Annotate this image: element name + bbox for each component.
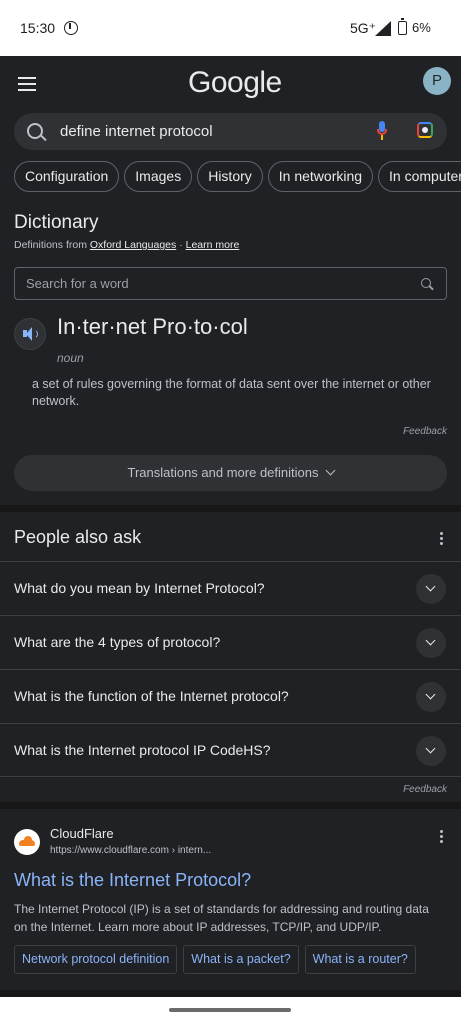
signal-icon [375, 21, 391, 36]
section-divider [0, 990, 461, 997]
network-type: 5G⁺ [350, 20, 377, 36]
result-site-name[interactable]: CloudFlare [50, 826, 114, 841]
dictionary-source: Definitions from Oxford Languages · Lear… [14, 239, 239, 251]
chevron-down-icon[interactable] [416, 736, 446, 766]
search-icon [27, 123, 43, 139]
translations-more-label: Translations and more definitions [127, 465, 319, 480]
learn-more-link[interactable]: Learn more [186, 239, 240, 251]
gesture-handle[interactable] [169, 1008, 291, 1012]
sitelink-router[interactable]: What is a router? [304, 945, 416, 974]
chip-in-computer[interactable]: In computer [378, 161, 461, 192]
menu-icon[interactable] [18, 77, 36, 91]
section-divider [0, 802, 461, 809]
google-lens-icon[interactable] [417, 122, 435, 140]
search-icon[interactable] [421, 278, 431, 288]
filter-chips: Configuration Images History In networking I… [14, 161, 461, 192]
chevron-down-icon[interactable] [416, 574, 446, 604]
microphone-icon[interactable] [376, 121, 388, 141]
result-url[interactable]: https://www.cloudflare.com › intern... [50, 845, 211, 856]
result-sitelinks: Network protocol definition What is a pac… [14, 945, 422, 974]
cloudflare-favicon-icon[interactable] [14, 829, 40, 855]
chevron-down-icon[interactable] [416, 628, 446, 658]
definition-text: a set of rules governing the format of d… [32, 377, 431, 408]
avatar[interactable]: P [423, 67, 451, 95]
sitelink-packet[interactable]: What is a packet? [183, 945, 299, 974]
translations-more-button[interactable]: Translations and more definitions [14, 455, 447, 491]
result-title-link[interactable]: What is the Internet Protocol? [14, 870, 251, 891]
source-separator: · [176, 239, 186, 251]
source-prefix: Definitions from [14, 239, 90, 251]
status-bar: 15:30 5G⁺ 6% [0, 0, 461, 56]
battery-percent: 6% [412, 20, 431, 35]
paa-question-row[interactable]: What is the function of the Internet pro… [0, 669, 461, 723]
people-also-ask-list: What do you mean by Internet Protocol? W… [0, 561, 461, 777]
headword: In·ter·net Pro·to·col [57, 314, 248, 339]
chevron-down-icon [325, 465, 335, 476]
search-input[interactable]: define internet protocol [60, 123, 213, 140]
system-navigation-bar [0, 997, 461, 1024]
dictionary-title: Dictionary [14, 212, 99, 233]
status-time: 15:30 [20, 20, 56, 36]
dictionary-feedback-link[interactable]: Feedback [403, 426, 447, 437]
chip-history[interactable]: History [197, 161, 263, 192]
paa-question-row[interactable]: What is the Internet protocol IP CodeHS? [0, 723, 461, 777]
people-also-ask-title: People also ask [14, 527, 142, 547]
word-search-placeholder[interactable]: Search for a word [26, 276, 129, 291]
more-options-icon[interactable] [440, 830, 443, 845]
paa-question-row[interactable]: What do you mean by Internet Protocol? [0, 561, 461, 615]
chip-configuration[interactable]: Configuration [14, 161, 120, 192]
google-logo[interactable]: Google [188, 66, 282, 100]
divider [0, 776, 461, 777]
pronunciation-speaker-icon[interactable] [14, 318, 46, 350]
paa-question[interactable]: What is the Internet protocol IP CodeHS? [14, 742, 271, 758]
sitelink-network-protocol[interactable]: Network protocol definition [14, 945, 178, 974]
data-saver-icon [64, 21, 78, 35]
paa-question[interactable]: What do you mean by Internet Protocol? [14, 580, 265, 596]
chevron-down-icon[interactable] [416, 682, 446, 712]
paa-question[interactable]: What are the 4 types of protocol? [14, 634, 220, 650]
part-of-speech: noun [57, 351, 84, 365]
paa-question[interactable]: What is the function of the Internet pro… [14, 688, 289, 704]
oxford-link[interactable]: Oxford Languages [90, 239, 176, 251]
chip-in-networking[interactable]: In networking [267, 161, 374, 192]
section-divider [0, 505, 461, 512]
more-options-icon[interactable] [440, 532, 443, 547]
battery-icon [398, 18, 407, 35]
paa-feedback-link[interactable]: Feedback [403, 784, 447, 795]
paa-question-row[interactable]: What are the 4 types of protocol? [0, 615, 461, 669]
result-snippet: The Internet Protocol (IP) is a set of s… [14, 902, 429, 934]
word-search-field[interactable]: Search for a word [14, 267, 447, 300]
chip-images[interactable]: Images [124, 161, 193, 192]
